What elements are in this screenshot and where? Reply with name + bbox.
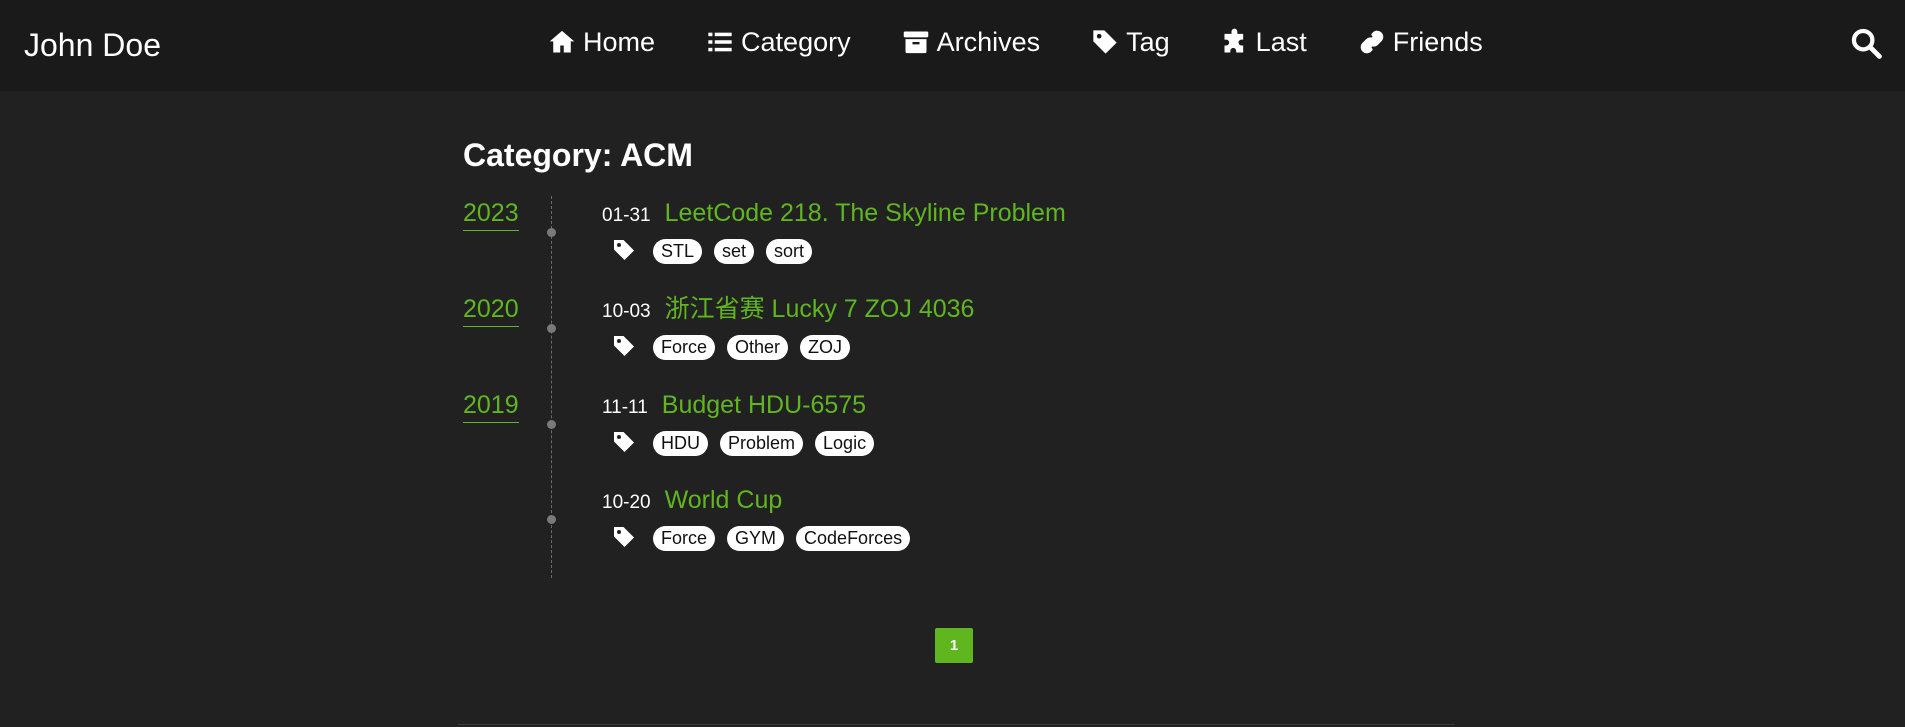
home-icon <box>547 27 577 57</box>
pagination-current-page[interactable]: 1 <box>935 628 973 663</box>
year-link[interactable]: 2019 <box>463 390 519 423</box>
nav-home[interactable]: Home <box>547 22 655 62</box>
search-button[interactable] <box>1849 26 1885 62</box>
nav-category-label: Category <box>741 27 851 57</box>
post-tags: Force GYM CodeForces <box>602 523 922 553</box>
nav-friends[interactable]: Friends <box>1357 22 1483 62</box>
tag-chip[interactable]: HDU <box>653 430 708 456</box>
post-item: 10-03 浙江省赛 Lucky 7 ZOJ 4036 Force Other … <box>602 294 974 362</box>
nav-last-label: Last <box>1255 27 1307 57</box>
archive-icon <box>901 27 931 57</box>
post-tags: HDU Problem Logic <box>602 428 886 458</box>
timeline-dot <box>547 228 556 237</box>
year-link[interactable]: 2020 <box>463 294 519 327</box>
post-date: 01-31 <box>602 205 651 226</box>
brand-title[interactable]: John Doe <box>24 26 161 64</box>
page-title: Category: ACM <box>463 137 693 173</box>
nav-last[interactable]: Last <box>1220 22 1307 62</box>
nav-archives[interactable]: Archives <box>901 22 1041 62</box>
tag-icon <box>1090 27 1120 57</box>
tag-chip[interactable]: CodeForces <box>796 525 911 551</box>
nav-friends-label: Friends <box>1392 27 1483 57</box>
post-tags: Force Other ZOJ <box>602 332 974 362</box>
timeline-dot <box>547 324 556 333</box>
tag-chip[interactable]: GYM <box>727 525 785 551</box>
tag-chip[interactable]: Other <box>727 334 789 360</box>
post-title-link[interactable]: Budget HDU-6575 <box>662 390 866 420</box>
search-icon <box>1851 28 1882 59</box>
top-navbar: John Doe Home Category Archives Tag Last… <box>0 0 1905 91</box>
tag-chip[interactable]: set <box>714 238 755 264</box>
post-title-link[interactable]: LeetCode 218. The Skyline Problem <box>665 198 1066 228</box>
tag-chip[interactable]: Force <box>653 525 716 551</box>
post-item: 01-31 LeetCode 218. The Skyline Problem … <box>602 198 1066 266</box>
post-title-link[interactable]: 浙江省赛 Lucky 7 ZOJ 4036 <box>665 294 975 324</box>
tag-icon <box>612 525 638 551</box>
tag-chip[interactable]: STL <box>653 238 703 264</box>
tag-chip[interactable]: Logic <box>815 430 875 456</box>
main-nav: Home Category Archives Tag Last Friends <box>547 22 1483 62</box>
tag-chip[interactable]: Force <box>653 334 716 360</box>
nav-archives-label: Archives <box>936 27 1041 57</box>
post-date: 10-03 <box>602 301 651 322</box>
year-link[interactable]: 2023 <box>463 198 519 231</box>
nav-category[interactable]: Category <box>705 22 851 62</box>
nav-tag-label: Tag <box>1126 27 1170 57</box>
list-icon <box>705 27 735 57</box>
post-date: 11-11 <box>602 397 648 418</box>
timeline-dot <box>547 515 556 524</box>
timeline-dot <box>547 420 556 429</box>
post-item: 11-11 Budget HDU-6575 HDU Problem Logic <box>602 390 886 458</box>
tag-chip[interactable]: sort <box>766 238 813 264</box>
tag-icon <box>612 238 638 264</box>
tag-icon <box>612 334 638 360</box>
post-item: 10-20 World Cup Force GYM CodeForces <box>602 485 922 553</box>
tag-chip[interactable]: ZOJ <box>800 334 851 360</box>
post-date: 10-20 <box>602 492 651 513</box>
footer-divider <box>458 724 1455 725</box>
post-tags: STL set sort <box>602 236 1066 266</box>
post-title-link[interactable]: World Cup <box>665 485 783 515</box>
nav-tag[interactable]: Tag <box>1090 22 1170 62</box>
tag-chip[interactable]: Problem <box>720 430 804 456</box>
nav-home-label: Home <box>583 27 656 57</box>
tag-icon <box>612 430 638 456</box>
puzzle-icon <box>1220 27 1250 57</box>
link-icon <box>1357 27 1387 57</box>
